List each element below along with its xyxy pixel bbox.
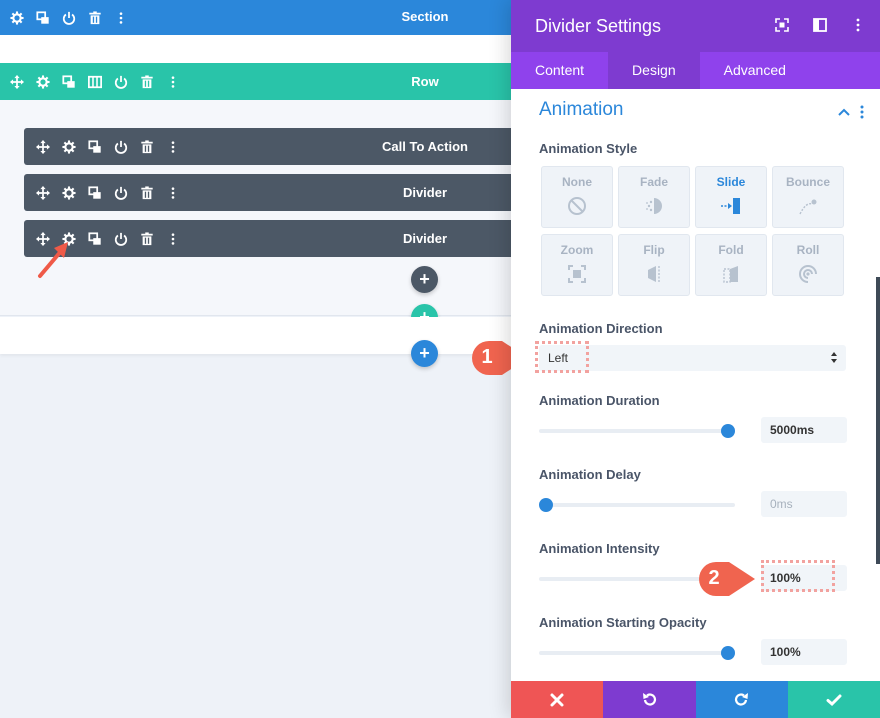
- sidebar-dock-icon[interactable]: [812, 17, 828, 33]
- modal-header-actions: [774, 17, 866, 33]
- tab-content[interactable]: Content: [511, 52, 608, 89]
- slider-handle[interactable]: [721, 646, 735, 660]
- tab-design[interactable]: Design: [608, 52, 700, 89]
- style-option-slide[interactable]: Slide: [695, 166, 767, 228]
- cancel-button[interactable]: [511, 681, 604, 718]
- redo-button[interactable]: [695, 681, 788, 718]
- none-icon: [566, 195, 588, 217]
- animation-delay-slider[interactable]: [539, 498, 735, 512]
- animation-delay-input[interactable]: 0ms: [761, 491, 847, 517]
- animation-style-label: Animation Style: [539, 141, 638, 156]
- animation-duration-slider[interactable]: [539, 424, 735, 438]
- zoom-icon: [566, 263, 588, 285]
- style-option-fold[interactable]: Fold: [695, 234, 767, 296]
- style-option-none[interactable]: None: [541, 166, 613, 228]
- plus-icon: +: [419, 268, 430, 289]
- option-label: Flip: [643, 243, 665, 257]
- bounce-icon: [797, 195, 819, 217]
- option-label: Zoom: [560, 243, 594, 257]
- redo-icon: [734, 692, 748, 706]
- style-option-zoom[interactable]: Zoom: [541, 234, 613, 296]
- undo-icon: [643, 692, 657, 706]
- callout-badge-2: 2: [697, 560, 755, 598]
- animation-starting-opacity-input[interactable]: 100%: [761, 639, 847, 665]
- animation-group-title[interactable]: Animation: [539, 99, 624, 121]
- style-option-bounce[interactable]: Bounce: [772, 166, 844, 228]
- chevron-up-icon[interactable]: [838, 108, 850, 116]
- roll-icon: [797, 263, 819, 285]
- settings-panel: Animation Animation Style None Fade Slid…: [511, 89, 880, 681]
- plus-icon: +: [419, 342, 430, 363]
- close-icon: [550, 693, 564, 706]
- modal-tabs: Content Design Advanced: [511, 52, 880, 89]
- modal-header: Divider Settings: [511, 0, 880, 52]
- animation-direction-label: Animation Direction: [539, 321, 663, 336]
- animation-duration-label: Animation Duration: [539, 393, 660, 408]
- callout-number: 1: [481, 346, 493, 368]
- slider-handle[interactable]: [721, 424, 735, 438]
- highlight-direction: [535, 341, 589, 373]
- add-module-button[interactable]: +: [411, 266, 438, 293]
- checkmark-icon: [826, 694, 842, 706]
- animation-style-options: None Fade Slide Bounce Zoom Flip Fold Ro…: [541, 166, 845, 296]
- style-option-roll[interactable]: Roll: [772, 234, 844, 296]
- modal-title: Divider Settings: [535, 16, 662, 36]
- option-label: Fold: [718, 243, 744, 257]
- fade-icon: [643, 195, 665, 217]
- group-controls: [838, 105, 864, 119]
- expand-icon[interactable]: [774, 17, 790, 33]
- undo-button[interactable]: [603, 681, 696, 718]
- pointer-arrow-icon: [38, 242, 68, 278]
- option-label: Slide: [716, 175, 746, 189]
- panel-scrollbar[interactable]: [876, 277, 880, 564]
- option-label: None: [562, 175, 592, 189]
- more-vertical-icon[interactable]: [850, 17, 866, 33]
- add-section-button[interactable]: +: [411, 340, 438, 367]
- modal-footer: [511, 681, 880, 718]
- animation-starting-opacity-slider[interactable]: [539, 646, 735, 660]
- option-label: Bounce: [785, 175, 830, 189]
- style-option-fade[interactable]: Fade: [618, 166, 690, 228]
- callout-badge-1: 1: [470, 339, 528, 377]
- save-button[interactable]: [787, 681, 880, 718]
- slide-icon: [720, 195, 742, 217]
- callout-number: 2: [708, 567, 720, 589]
- animation-starting-opacity-label: Animation Starting Opacity: [539, 615, 707, 630]
- divider-settings-modal: Divider Settings Content Design Advanced…: [511, 0, 880, 718]
- style-option-flip[interactable]: Flip: [618, 234, 690, 296]
- slider-handle[interactable]: [539, 498, 553, 512]
- option-label: Roll: [796, 243, 820, 257]
- more-vertical-icon[interactable]: [860, 105, 864, 119]
- animation-duration-input[interactable]: 5000ms: [761, 417, 847, 443]
- animation-intensity-label: Animation Intensity: [539, 541, 660, 556]
- option-label: Fade: [639, 175, 668, 189]
- animation-delay-label: Animation Delay: [539, 467, 641, 482]
- flip-icon: [643, 263, 665, 285]
- tab-advanced[interactable]: Advanced: [700, 52, 810, 89]
- highlight-intensity: [761, 560, 835, 592]
- select-caret-icon: [831, 352, 837, 363]
- fold-icon: [720, 263, 742, 285]
